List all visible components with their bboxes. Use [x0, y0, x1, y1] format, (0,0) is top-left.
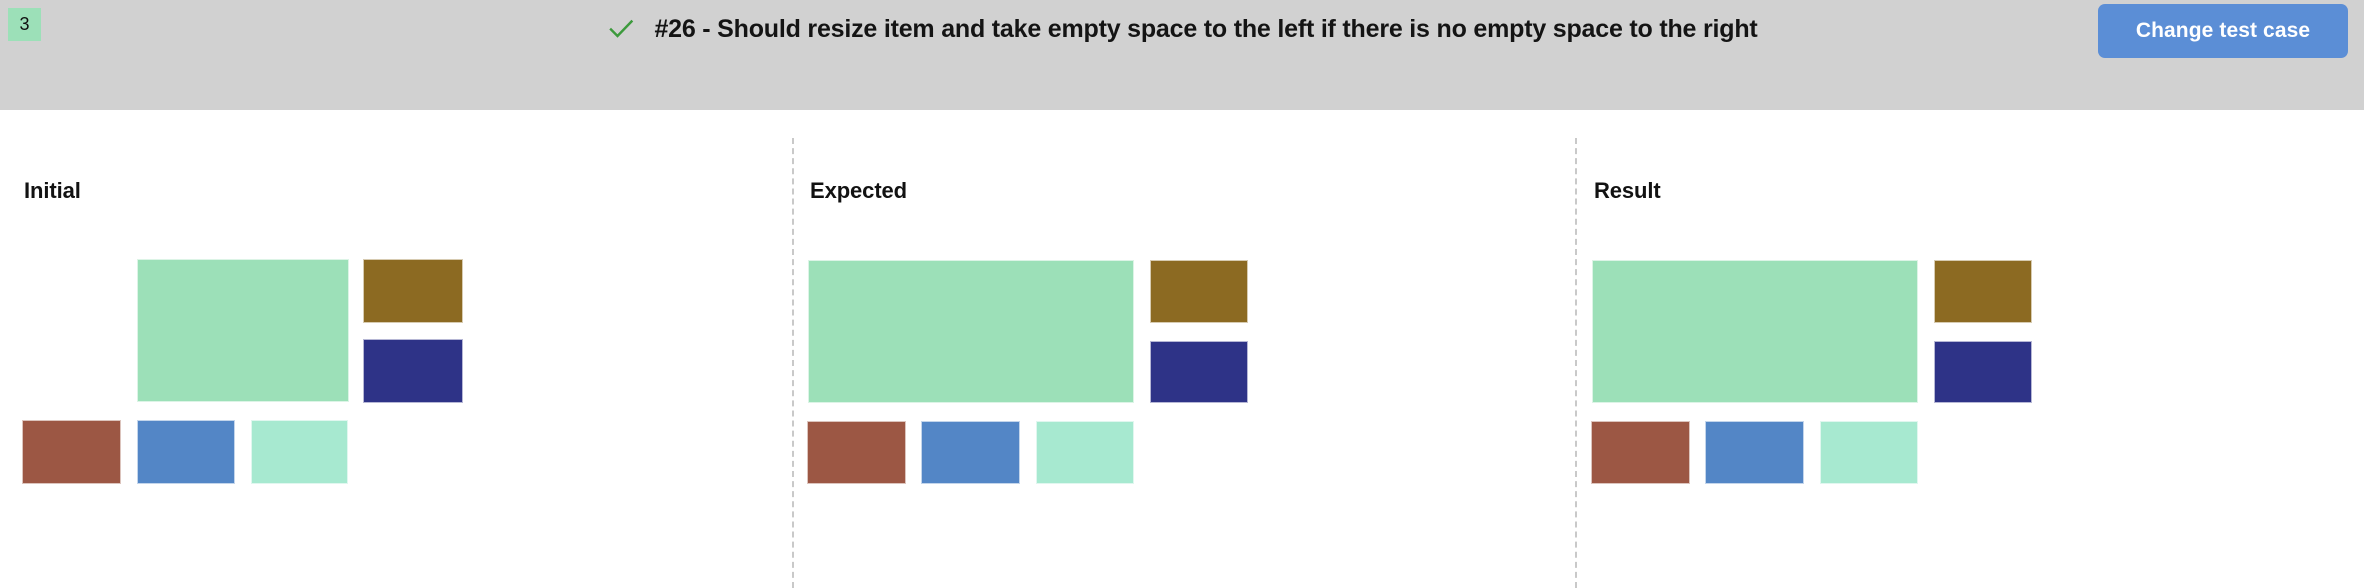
- canvas-expected[interactable]: [792, 110, 1575, 588]
- test-index-badge: 3: [8, 8, 41, 41]
- grid-block-blue[interactable]: [1705, 421, 1804, 484]
- grid-block-navy[interactable]: [1150, 341, 1248, 403]
- comparison-board: Initial Expected Result: [0, 110, 2364, 588]
- grid-block-mint[interactable]: [251, 420, 348, 484]
- grid-block-blue[interactable]: [137, 420, 235, 484]
- canvas-result[interactable]: [1575, 110, 2364, 588]
- grid-block-red[interactable]: [1591, 421, 1690, 484]
- grid-block-red[interactable]: [22, 420, 121, 484]
- grid-block-navy[interactable]: [363, 339, 463, 403]
- test-title-group: #26 - Should resize item and take empty …: [0, 0, 2364, 58]
- grid-block-blue[interactable]: [921, 421, 1020, 484]
- page-title: #26 - Should resize item and take empty …: [654, 14, 1758, 43]
- change-test-case-button[interactable]: Change test case: [2098, 4, 2348, 58]
- column-expected: Expected: [792, 110, 1575, 588]
- grid-block-brown[interactable]: [1150, 260, 1248, 323]
- grid-block-mint[interactable]: [1820, 421, 1918, 484]
- grid-block-green-large[interactable]: [808, 260, 1134, 403]
- column-result: Result: [1575, 110, 2364, 588]
- header-bar: 3 #26 - Should resize item and take empt…: [0, 0, 2364, 110]
- grid-block-red[interactable]: [807, 421, 906, 484]
- grid-block-brown[interactable]: [1934, 260, 2032, 323]
- grid-block-brown[interactable]: [363, 259, 463, 323]
- grid-block-navy[interactable]: [1934, 341, 2032, 403]
- canvas-initial[interactable]: [0, 110, 792, 588]
- grid-block-mint[interactable]: [1036, 421, 1134, 484]
- grid-block-green-large[interactable]: [137, 259, 349, 402]
- column-initial: Initial: [0, 110, 792, 588]
- check-icon: [606, 14, 636, 44]
- grid-block-green-large[interactable]: [1592, 260, 1918, 403]
- test-index-value: 3: [19, 14, 30, 34]
